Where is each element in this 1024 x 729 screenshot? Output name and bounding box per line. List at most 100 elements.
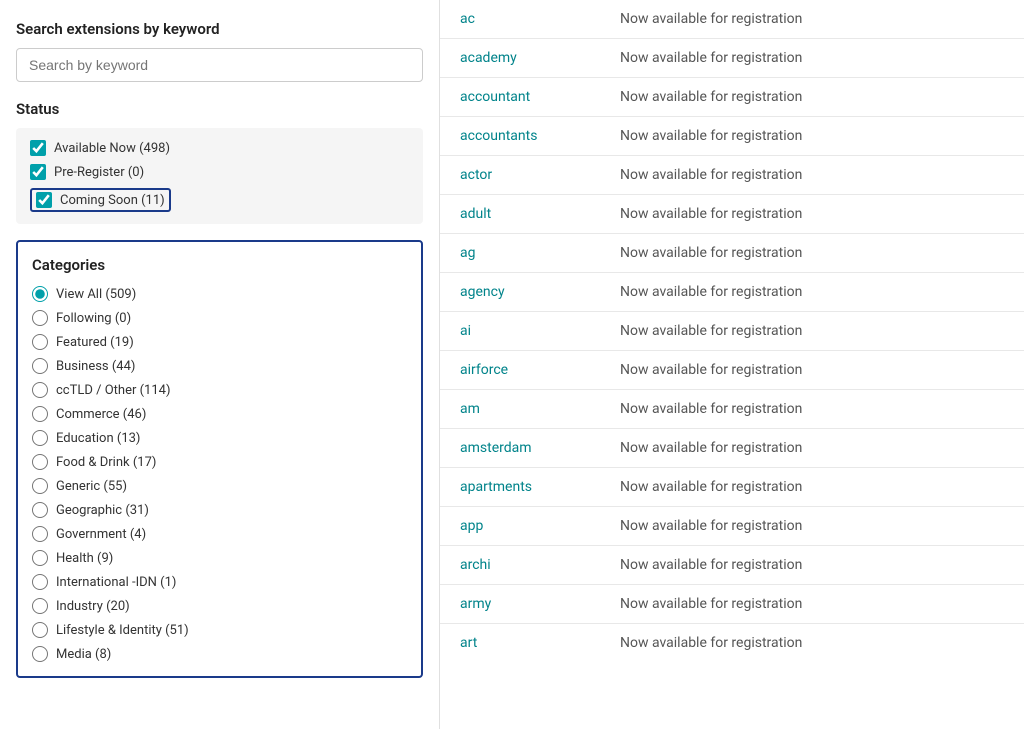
radio-cctld[interactable]: [32, 382, 48, 398]
domain-status: Now available for registration: [620, 167, 802, 183]
domain-link[interactable]: ag: [460, 245, 620, 261]
category-media[interactable]: Media (8): [32, 646, 407, 662]
radio-label-business: Business (44): [56, 359, 135, 374]
category-government[interactable]: Government (4): [32, 526, 407, 542]
domain-link[interactable]: art: [460, 635, 620, 651]
domain-status: Now available for registration: [620, 557, 802, 573]
radio-label-industry: Industry (20): [56, 599, 130, 614]
domain-status: Now available for registration: [620, 245, 802, 261]
category-education[interactable]: Education (13): [32, 430, 407, 446]
status-option-comingsoon[interactable]: Coming Soon (11): [30, 188, 409, 212]
radio-geographic[interactable]: [32, 502, 48, 518]
domain-status: Now available for registration: [620, 479, 802, 495]
radio-fooddrink[interactable]: [32, 454, 48, 470]
checkbox-comingsoon[interactable]: [36, 192, 52, 208]
domain-link[interactable]: amsterdam: [460, 440, 620, 456]
categories-title: Categories: [32, 256, 407, 274]
checkbox-label-comingsoon: Coming Soon (11): [60, 193, 165, 208]
domain-status: Now available for registration: [620, 206, 802, 222]
radio-label-lifestyle: Lifestyle & Identity (51): [56, 623, 189, 638]
domain-row: accountantNow available for registration: [440, 78, 1024, 117]
category-commerce[interactable]: Commerce (46): [32, 406, 407, 422]
radio-lifestyle[interactable]: [32, 622, 48, 638]
category-geographic[interactable]: Geographic (31): [32, 502, 407, 518]
radio-business[interactable]: [32, 358, 48, 374]
radio-label-media: Media (8): [56, 647, 111, 662]
domain-row: acNow available for registration: [440, 0, 1024, 39]
domain-status: Now available for registration: [620, 401, 802, 417]
domain-row: apartmentsNow available for registration: [440, 468, 1024, 507]
domain-status: Now available for registration: [620, 128, 802, 144]
domain-row: airforceNow available for registration: [440, 351, 1024, 390]
radio-label-fooddrink: Food & Drink (17): [56, 455, 156, 470]
right-panel: acNow available for registrationacademyN…: [440, 0, 1024, 729]
radio-featured[interactable]: [32, 334, 48, 350]
domain-link[interactable]: ac: [460, 11, 620, 27]
domain-link[interactable]: airforce: [460, 362, 620, 378]
domain-row: archiNow available for registration: [440, 546, 1024, 585]
domain-row: appNow available for registration: [440, 507, 1024, 546]
domain-row: accountantsNow available for registratio…: [440, 117, 1024, 156]
domain-row: agNow available for registration: [440, 234, 1024, 273]
domain-row: adultNow available for registration: [440, 195, 1024, 234]
domain-link[interactable]: archi: [460, 557, 620, 573]
domain-link[interactable]: academy: [460, 50, 620, 66]
domain-link[interactable]: actor: [460, 167, 620, 183]
status-option-available[interactable]: Available Now (498): [30, 140, 409, 156]
category-featured[interactable]: Featured (19): [32, 334, 407, 350]
domain-status: Now available for registration: [620, 362, 802, 378]
categories-box: Categories View All (509) Following (0) Fe…: [16, 240, 423, 678]
radio-industry[interactable]: [32, 598, 48, 614]
domain-link[interactable]: adult: [460, 206, 620, 222]
radio-label-commerce: Commerce (46): [56, 407, 146, 422]
category-cctld[interactable]: ccTLD / Other (114): [32, 382, 407, 398]
radio-viewall[interactable]: [32, 286, 48, 302]
radio-commerce[interactable]: [32, 406, 48, 422]
domain-row: artNow available for registration: [440, 624, 1024, 662]
left-panel: Search extensions by keyword Status Avai…: [0, 0, 440, 729]
domain-row: amNow available for registration: [440, 390, 1024, 429]
category-generic[interactable]: Generic (55): [32, 478, 407, 494]
domain-status: Now available for registration: [620, 50, 802, 66]
domain-link[interactable]: ai: [460, 323, 620, 339]
category-fooddrink[interactable]: Food & Drink (17): [32, 454, 407, 470]
radio-following[interactable]: [32, 310, 48, 326]
radio-health[interactable]: [32, 550, 48, 566]
domain-link[interactable]: apartments: [460, 479, 620, 495]
radio-education[interactable]: [32, 430, 48, 446]
domain-link[interactable]: army: [460, 596, 620, 612]
domain-status: Now available for registration: [620, 518, 802, 534]
status-label: Status: [16, 100, 423, 118]
category-internationalidn[interactable]: International -IDN (1): [32, 574, 407, 590]
domain-row: amsterdamNow available for registration: [440, 429, 1024, 468]
category-following[interactable]: Following (0): [32, 310, 407, 326]
category-business[interactable]: Business (44): [32, 358, 407, 374]
radio-label-government: Government (4): [56, 527, 146, 542]
checkbox-label-available: Available Now (498): [54, 141, 170, 156]
radio-label-education: Education (13): [56, 431, 140, 446]
category-viewall[interactable]: View All (509): [32, 286, 407, 302]
domain-link[interactable]: accountants: [460, 128, 620, 144]
status-option-preregister[interactable]: Pre-Register (0): [30, 164, 409, 180]
domain-link[interactable]: agency: [460, 284, 620, 300]
domain-status: Now available for registration: [620, 635, 802, 651]
checkbox-available[interactable]: [30, 140, 46, 156]
domain-row: armyNow available for registration: [440, 585, 1024, 624]
category-health[interactable]: Health (9): [32, 550, 407, 566]
category-lifestyle[interactable]: Lifestyle & Identity (51): [32, 622, 407, 638]
radio-label-health: Health (9): [56, 551, 113, 566]
radio-label-generic: Generic (55): [56, 479, 127, 494]
domain-link[interactable]: accountant: [460, 89, 620, 105]
domain-link[interactable]: app: [460, 518, 620, 534]
domain-link[interactable]: am: [460, 401, 620, 417]
search-input[interactable]: [16, 48, 423, 82]
radio-media[interactable]: [32, 646, 48, 662]
category-industry[interactable]: Industry (20): [32, 598, 407, 614]
radio-generic[interactable]: [32, 478, 48, 494]
radio-internationalidn[interactable]: [32, 574, 48, 590]
radio-label-cctld: ccTLD / Other (114): [56, 383, 171, 398]
checkbox-preregister[interactable]: [30, 164, 46, 180]
status-section: Status Available Now (498) Pre-Register (…: [16, 100, 423, 224]
radio-government[interactable]: [32, 526, 48, 542]
radio-label-internationalidn: International -IDN (1): [56, 575, 176, 590]
